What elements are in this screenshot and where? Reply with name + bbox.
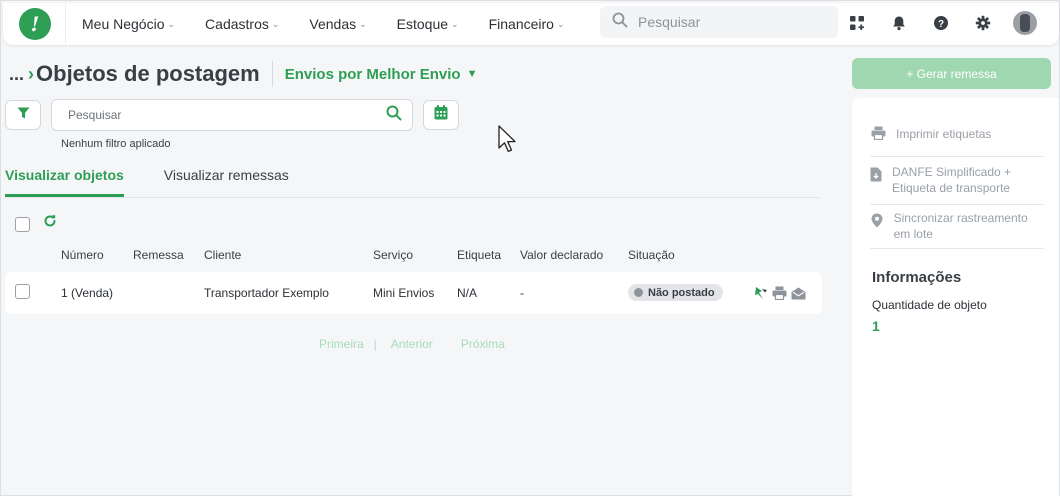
refresh-icon[interactable] [43, 214, 57, 233]
panel-divider [870, 204, 1044, 205]
search-icon[interactable] [386, 105, 402, 126]
cell-cliente: Transportador Exemplo [204, 286, 329, 300]
row-actions [754, 286, 810, 300]
tab-visualizar-remessas[interactable]: Visualizar remessas [164, 167, 289, 197]
column-header-remessa[interactable]: Remessa [133, 248, 184, 262]
column-header-etiqueta[interactable]: Etiqueta [457, 248, 501, 262]
generate-shipment-button[interactable]: + Gerar remessa [852, 58, 1051, 89]
nav-label: Financeiro [488, 16, 554, 32]
filter-button[interactable] [5, 100, 41, 130]
integration-selector[interactable]: Envios por Melhor Envio ▼ [285, 66, 478, 83]
global-search [600, 6, 838, 38]
top-icon-bar: ? [845, 11, 1037, 35]
envelope-icon[interactable] [791, 287, 806, 300]
select-all-checkbox[interactable] [15, 217, 30, 232]
gear-icon[interactable] [971, 11, 995, 35]
status-badge: Não postado [628, 284, 723, 301]
print-labels-action[interactable]: Imprimir etiquetas [870, 126, 1044, 142]
panel-divider [870, 248, 1044, 249]
column-header-numero[interactable]: Número [61, 248, 104, 262]
chevron-down-icon: ⌄ [556, 18, 565, 29]
column-header-valor-declarado[interactable]: Valor declarado [520, 248, 603, 262]
location-pin-icon [870, 213, 884, 228]
chevron-right-icon: › [28, 63, 35, 84]
table-row[interactable]: 1 (Venda) Transportador Exemplo Mini Env… [5, 272, 822, 314]
printer-icon[interactable] [772, 286, 787, 300]
pager-separator: | [373, 337, 377, 351]
action-label: Imprimir etiquetas [896, 127, 992, 141]
nav-label: Vendas [309, 16, 357, 32]
bell-icon[interactable] [887, 11, 911, 35]
chevron-down-icon: ⌄ [451, 18, 459, 29]
info-title: Informações [872, 269, 962, 286]
logo-divider [65, 3, 66, 45]
user-avatar[interactable] [1013, 11, 1037, 35]
cell-etiqueta: N/A [457, 286, 478, 300]
app-logo[interactable]: ! [19, 8, 51, 40]
title-divider [271, 61, 273, 87]
view-tabs: Visualizar objetos Visualizar remessas [5, 167, 821, 198]
integration-label: Envios por Melhor Envio [284, 65, 461, 83]
help-icon[interactable]: ? [929, 11, 953, 35]
sync-tracking-action[interactable]: Sincronizar rastreamento em lote [870, 210, 1044, 242]
status-label: Não postado [648, 286, 715, 299]
column-header-situacao[interactable]: Situação [628, 248, 675, 262]
nav-financeiro[interactable]: Financeiro ⌄ [489, 16, 565, 32]
status-dot [634, 288, 643, 297]
object-count-label: Quantidade de objeto [872, 298, 987, 312]
row-checkbox[interactable] [15, 284, 30, 299]
chevron-down-icon: ⌄ [167, 18, 176, 29]
global-search-input[interactable] [638, 14, 818, 30]
page-title: Objetos de postagem [36, 61, 260, 86]
svg-text:?: ? [938, 19, 944, 30]
file-download-icon [870, 167, 882, 182]
pager-prev[interactable]: Anterior [391, 337, 433, 351]
top-navbar: ! Meu Negócio ⌄ Cadastros ⌄ Vendas ⌄ Estoqu… [3, 3, 1059, 45]
apps-icon[interactable] [845, 11, 869, 35]
search-icon [612, 12, 628, 33]
pagination: Primeira | Anterior Próxima [319, 337, 505, 351]
tab-visualizar-objetos[interactable]: Visualizar objetos [5, 167, 124, 197]
chevron-down-icon: ⌄ [359, 18, 367, 29]
nav-label: Cadastros [205, 16, 269, 32]
nav-meu-negocio[interactable]: Meu Negócio ⌄ [82, 16, 175, 32]
cell-valor-declarado: - [520, 286, 524, 300]
nav-cadastros[interactable]: Cadastros ⌄ [205, 16, 279, 32]
integration-logo-icon[interactable] [754, 286, 768, 300]
cell-numero: 1 (Venda) [61, 286, 114, 300]
panel-divider [870, 156, 1044, 157]
nav-vendas[interactable]: Vendas ⌄ [309, 16, 366, 32]
cell-servico: Mini Envios [373, 286, 435, 300]
calendar-icon [434, 105, 448, 125]
action-label: DANFE Simplificado + Etiqueta de transpo… [892, 165, 1012, 195]
column-header-cliente[interactable]: Cliente [204, 248, 241, 262]
no-filter-text: Nenhum filtro aplicado [61, 138, 171, 150]
caret-down-icon: ▼ [466, 68, 478, 80]
object-count-value: 1 [872, 318, 880, 334]
date-filter-button[interactable] [423, 100, 459, 130]
action-label: Sincronizar rastreamento em lote [893, 211, 1028, 241]
objects-search-input[interactable] [68, 108, 386, 122]
nav-label: Estoque [396, 16, 449, 32]
nav-estoque[interactable]: Estoque ⌄ [397, 16, 459, 32]
actions-panel: Imprimir etiquetas DANFE Simplificado + … [852, 98, 1059, 496]
pager-next[interactable]: Próxima [461, 337, 505, 351]
pager-first[interactable]: Primeira [319, 337, 364, 351]
objects-search [51, 99, 413, 131]
column-header-servico[interactable]: Serviço [373, 248, 413, 262]
mouse-pointer-icon [498, 125, 518, 158]
breadcrumb-ellipsis[interactable]: ... [9, 64, 24, 85]
page-header: ... › Objetos de postagem Envios por Mel… [9, 61, 477, 87]
filter-icon [17, 106, 30, 124]
nav-label: Meu Negócio [82, 16, 165, 32]
printer-icon [870, 126, 886, 140]
chevron-down-icon: ⌄ [271, 18, 280, 29]
danfe-action[interactable]: DANFE Simplificado + Etiqueta de transpo… [870, 164, 1044, 196]
